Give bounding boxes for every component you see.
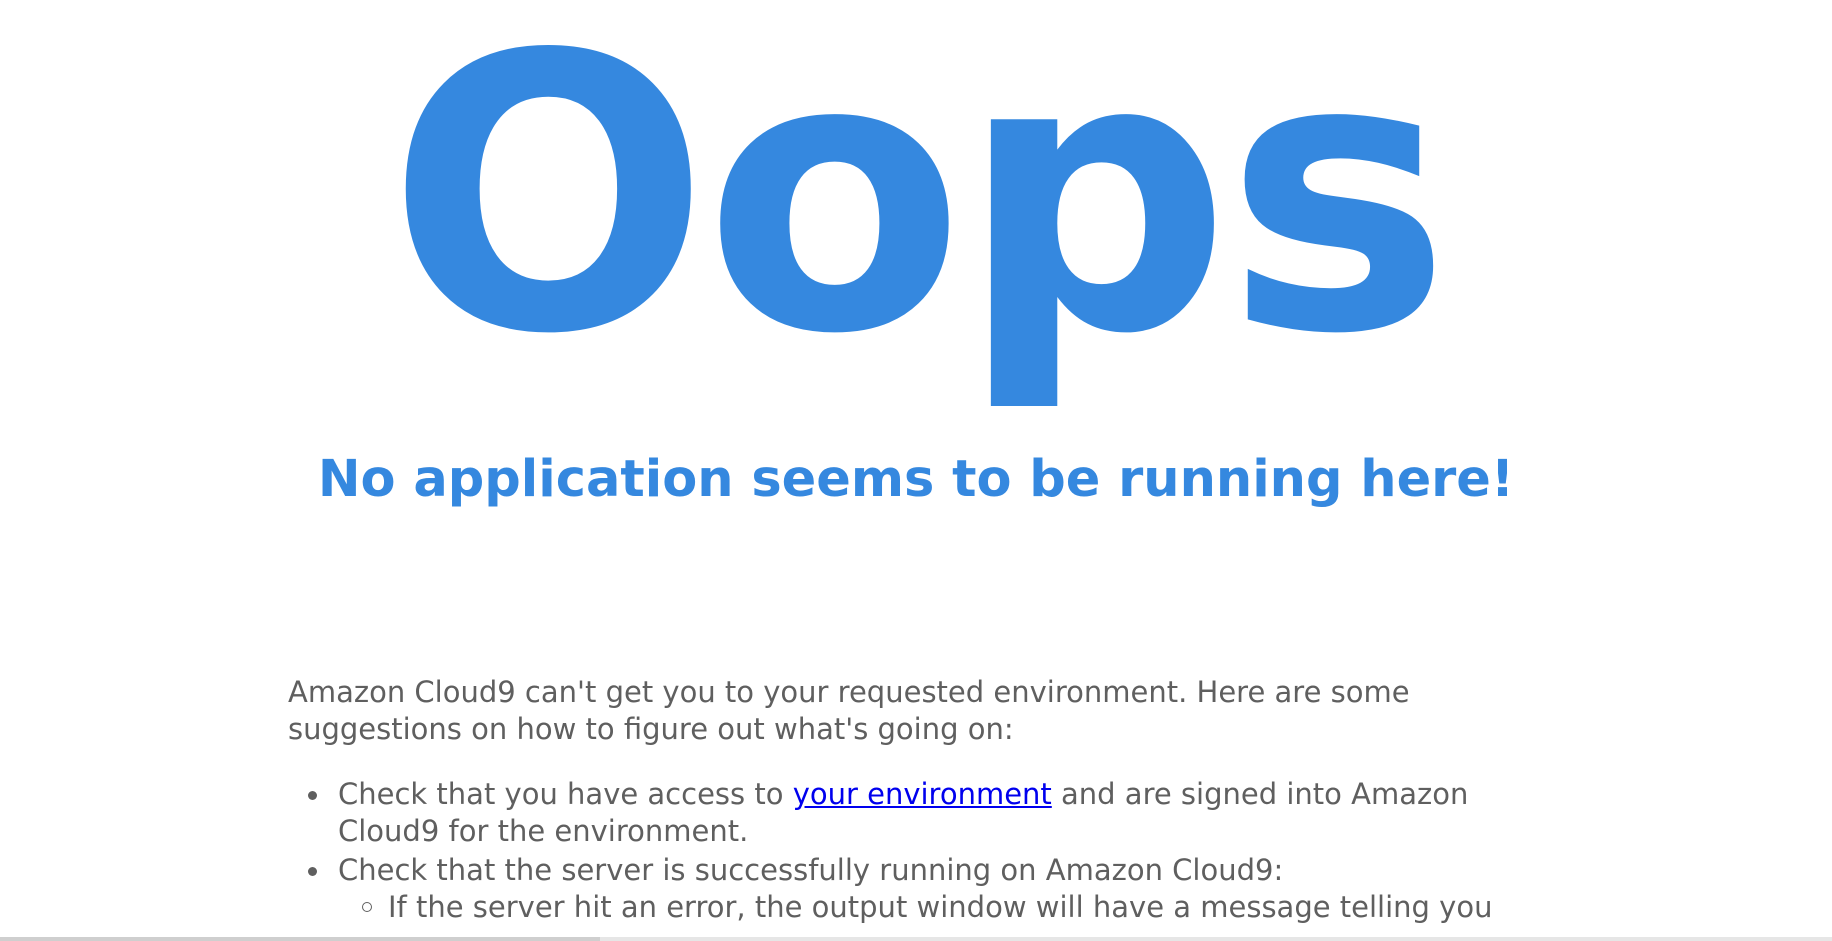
suggestions-list: Check that you have access to your envir…	[288, 776, 1538, 926]
error-hero: Oops No application seems to be running …	[0, 0, 1832, 509]
suggestion-item-access: Check that you have access to your envir…	[308, 776, 1538, 850]
no-application-subheading: No application seems to be running here!	[317, 450, 1515, 509]
oops-heading: Oops	[386, 0, 1451, 417]
sub-suggestion-text: If the server hit an error, the output w…	[388, 890, 1493, 924]
suggestion-text-before-link: Check that you have access to	[338, 777, 793, 811]
bullet-dot-icon	[308, 791, 317, 800]
suggestion-text: Check that the server is successfully ru…	[338, 853, 1284, 887]
suggestions-section: Amazon Cloud9 can't get you to your requ…	[288, 674, 1538, 928]
scrollbar-thumb[interactable]	[0, 937, 600, 941]
sub-suggestion-item: If the server hit an error, the output w…	[362, 889, 1538, 926]
bullet-dot-icon	[308, 867, 317, 876]
horizontal-scrollbar[interactable]	[0, 937, 1832, 941]
bullet-circle-icon	[362, 902, 372, 912]
suggestion-item-server: Check that the server is successfully ru…	[308, 852, 1538, 926]
intro-paragraph: Amazon Cloud9 can't get you to your requ…	[288, 675, 1410, 746]
your-environment-link[interactable]: your environment	[793, 777, 1052, 811]
sub-suggestions-list: If the server hit an error, the output w…	[338, 889, 1538, 926]
